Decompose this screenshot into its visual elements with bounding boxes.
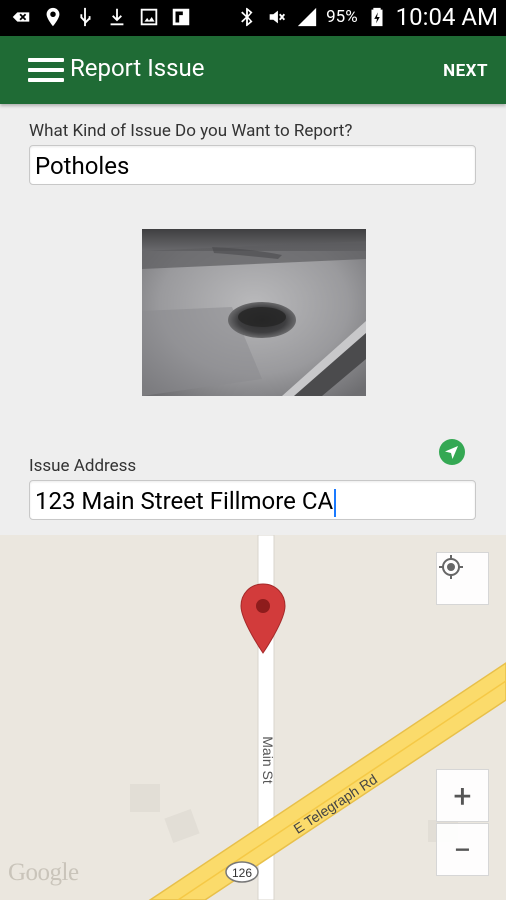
- battery-icon: [366, 6, 388, 28]
- location-pin-icon: [42, 6, 64, 28]
- main-st-label: Main St: [260, 736, 276, 784]
- address-field[interactable]: 123 Main Street Fillmore CA: [29, 480, 476, 520]
- address-value: 123 Main Street Fillmore CA: [35, 487, 334, 515]
- zoom-in-button[interactable]: +: [436, 769, 489, 822]
- image-icon: [138, 6, 160, 28]
- clock: 10:04 AM: [395, 3, 498, 31]
- flipboard-icon: [170, 6, 192, 28]
- issue-photo[interactable]: [142, 229, 366, 396]
- bluetooth-icon: [236, 6, 258, 28]
- crosshair-icon: [439, 555, 463, 579]
- navigation-arrow-icon[interactable]: [438, 438, 466, 466]
- usb-icon: [74, 6, 96, 28]
- app-bar: Report Issue NEXT: [0, 36, 506, 104]
- battery-percent: 95%: [326, 7, 358, 27]
- status-bar: 95% 10:04 AM: [0, 0, 506, 36]
- address-label: Issue Address: [29, 456, 137, 476]
- issue-type-field[interactable]: Potholes: [29, 145, 476, 185]
- menu-icon[interactable]: [28, 58, 64, 84]
- next-button[interactable]: NEXT: [443, 61, 488, 81]
- location-marker-icon[interactable]: [240, 583, 286, 654]
- zoom-out-button[interactable]: −: [436, 823, 489, 876]
- my-location-button[interactable]: [436, 552, 489, 605]
- download-icon: [106, 6, 128, 28]
- mute-icon: [266, 6, 288, 28]
- google-logo: Google: [8, 859, 79, 886]
- issue-type-label: What Kind of Issue Do you Want to Report…: [29, 121, 353, 141]
- text-cursor: [334, 488, 337, 517]
- route-shield-number: 126: [232, 866, 252, 880]
- route-126-shield: 126: [225, 861, 259, 883]
- notification-icon: [10, 6, 32, 28]
- page-title: Report Issue: [70, 54, 205, 82]
- map-view[interactable]: Main St E Telegraph Rd 126 + − Google: [0, 535, 506, 900]
- signal-icon: [296, 6, 318, 28]
- issue-type-value: Potholes: [35, 152, 130, 180]
